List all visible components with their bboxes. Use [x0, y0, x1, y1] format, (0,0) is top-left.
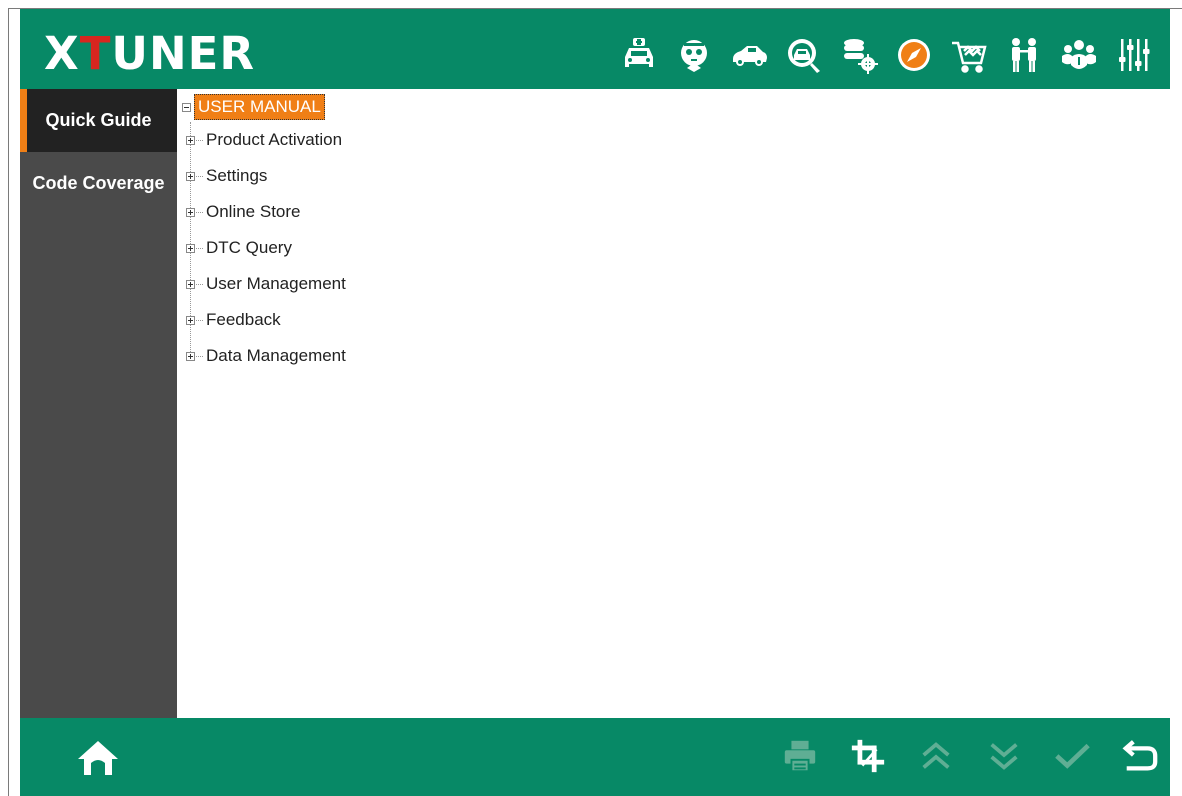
sidebar-item-label: Quick Guide: [45, 110, 152, 130]
tree-item-label[interactable]: Settings: [203, 166, 267, 186]
diagnostic-search-icon[interactable]: [780, 31, 828, 79]
shopping-cart-icon[interactable]: [945, 31, 993, 79]
back-icon: [1122, 740, 1158, 771]
vehicle-service-icon[interactable]: [615, 31, 663, 79]
confirm-button[interactable]: [1050, 732, 1094, 780]
expand-icon[interactable]: [186, 171, 195, 181]
tree-item-label[interactable]: DTC Query: [203, 238, 292, 258]
expand-icon[interactable]: [186, 207, 195, 217]
expand-icon[interactable]: [186, 243, 195, 253]
car-icon[interactable]: [725, 31, 773, 79]
tree-item-label[interactable]: Data Management: [203, 346, 346, 366]
toolbar-actions: [754, 732, 1162, 780]
nav-icon-group: [608, 31, 1158, 79]
logo-x: X: [44, 26, 80, 80]
expand-icon[interactable]: [186, 279, 195, 289]
tree-item-product-activation[interactable]: Product Activation: [186, 122, 346, 158]
doctor-icon[interactable]: [670, 31, 718, 79]
tree-item-data-management[interactable]: Data Management: [186, 338, 346, 374]
logo-uner: UNER: [111, 26, 255, 80]
collapse-icon[interactable]: [182, 102, 191, 112]
crop-button[interactable]: [846, 732, 890, 780]
home-button[interactable]: [76, 738, 120, 778]
technicians-icon[interactable]: [1000, 31, 1048, 79]
database-settings-icon[interactable]: [835, 31, 883, 79]
page-down-icon: [990, 743, 1018, 770]
expand-icon[interactable]: [186, 135, 195, 145]
tree-item-label[interactable]: User Management: [203, 274, 346, 294]
tree-item-dtc-query[interactable]: DTC Query: [186, 230, 346, 266]
logo-t: T: [79, 26, 112, 80]
tree-item-user-management[interactable]: User Management: [186, 266, 346, 302]
expand-icon[interactable]: [186, 351, 195, 361]
manual-tree: USER MANUAL Product Activation Settings …: [182, 92, 346, 374]
expand-icon[interactable]: [186, 315, 195, 325]
page-up-button[interactable]: [914, 732, 958, 780]
confirm-icon: [1055, 743, 1090, 769]
xtuner-logo: X T UNER: [44, 27, 255, 80]
tree-root-label[interactable]: USER MANUAL: [194, 94, 325, 120]
sidebar: Quick Guide Code Coverage: [20, 89, 177, 718]
tree-children: Product Activation Settings Online Store…: [186, 122, 346, 374]
tree-root[interactable]: USER MANUAL: [182, 92, 346, 122]
manual-content-pane: USER MANUAL Product Activation Settings …: [177, 89, 1170, 718]
tree-item-label[interactable]: Feedback: [203, 310, 281, 330]
sliders-icon[interactable]: [1110, 31, 1158, 79]
page-down-button[interactable]: [982, 732, 1026, 780]
home-icon: [78, 741, 118, 775]
sidebar-item-label: Code Coverage: [32, 173, 165, 193]
tree-item-settings[interactable]: Settings: [186, 158, 346, 194]
tree-item-online-store[interactable]: Online Store: [186, 194, 346, 230]
bottom-toolbar: [20, 718, 1170, 796]
tree-item-label[interactable]: Product Activation: [203, 130, 342, 150]
print-button[interactable]: [778, 732, 822, 780]
compass-icon[interactable]: [890, 31, 938, 79]
crop-icon: [851, 739, 885, 773]
sidebar-item-quick-guide[interactable]: Quick Guide: [20, 89, 177, 152]
sidebar-item-code-coverage[interactable]: Code Coverage: [20, 152, 177, 215]
print-icon: [784, 740, 816, 773]
tree-item-feedback[interactable]: Feedback: [186, 302, 346, 338]
top-nav-bar: X T UNER: [20, 9, 1170, 89]
page-up-icon: [922, 742, 950, 769]
user-group-icon[interactable]: [1055, 31, 1103, 79]
back-button[interactable]: [1118, 732, 1162, 780]
tree-item-label[interactable]: Online Store: [203, 202, 301, 222]
